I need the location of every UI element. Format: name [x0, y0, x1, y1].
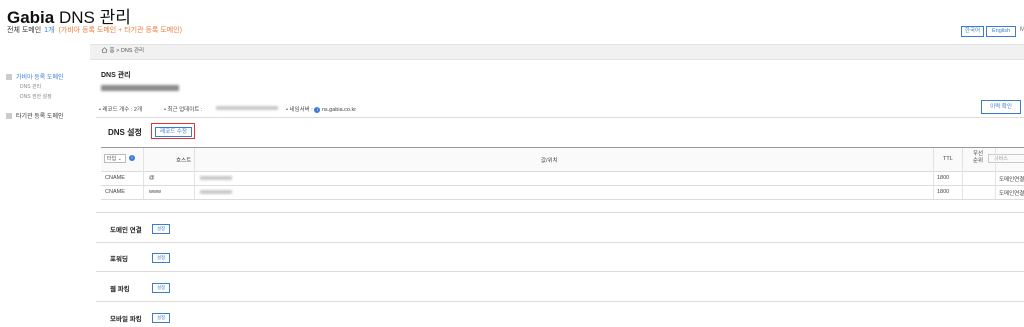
section-web-parking: 웹 파킹	[110, 286, 130, 293]
breadcrumb: 홈 > DNS 관리	[101, 46, 144, 54]
divider	[96, 212, 1024, 213]
table-header	[101, 148, 1024, 171]
history-button[interactable]: 이력 확인	[981, 100, 1021, 114]
col-host: 호스트	[176, 158, 192, 164]
breadcrumb-text: 홈 > DNS 관리	[109, 48, 145, 54]
lang-english-button[interactable]: English	[986, 26, 1016, 37]
section-forwarding: 포워딩	[110, 256, 128, 263]
type-filter-select[interactable]: 타입 ⌄	[104, 154, 126, 163]
row1-value-redacted	[200, 176, 232, 180]
divider	[96, 242, 1024, 243]
chevron-down-icon: ⌄	[117, 156, 122, 162]
home-icon[interactable]	[101, 47, 108, 53]
col-priority: 우선 순위	[973, 151, 984, 164]
col-ttl: TTL	[943, 156, 953, 162]
col-sep	[962, 148, 963, 199]
info-icon[interactable]: i	[314, 107, 321, 113]
lang-korean-button[interactable]: 한국어	[961, 26, 984, 37]
nameserver-info: • 네임서버 : i ns.gabia.co.kr	[286, 107, 357, 113]
col-sep	[933, 148, 934, 199]
sidebar-item-dns-manage[interactable]: DNS 관리	[20, 83, 41, 90]
col-sep	[143, 148, 144, 199]
row2-service: 도메인연결	[999, 191, 1024, 197]
sidebar-item-gabia-domains[interactable]: 가비아 등록 도메인	[6, 72, 64, 81]
lang-more[interactable]: M	[1020, 27, 1024, 33]
divider	[96, 117, 1024, 118]
record-edit-button[interactable]: 레코드 수정	[155, 127, 192, 137]
sidebar-item-other-domains[interactable]: 타기관 등록 도메인	[6, 111, 64, 120]
service-filter[interactable]: 서비스	[988, 154, 1024, 163]
section-title: DNS 관리	[101, 72, 131, 79]
row2-host: www	[149, 189, 161, 195]
divider	[96, 301, 1024, 302]
row2-ttl: 1800	[937, 189, 950, 195]
divider	[96, 271, 1024, 272]
row1-service: 도메인연결	[999, 177, 1024, 183]
dns-settings-title: DNS 설정	[108, 128, 142, 137]
row1-ttl: 1800	[937, 175, 950, 181]
col-sep	[194, 148, 195, 199]
domain-name-redacted	[101, 85, 179, 91]
domain-connect-settings-button[interactable]: 설정	[152, 224, 170, 234]
web-parking-settings-button[interactable]: 설정	[152, 283, 170, 293]
domain-count[interactable]: 1개	[44, 27, 54, 34]
row-divider	[101, 185, 1024, 186]
domain-summary: 전체 도메인 1개 (가비아 등록 도메인 + 타기관 등록 도메인)	[7, 25, 182, 35]
col-value: 값/위치	[541, 158, 558, 164]
summary-label: 전체 도메인	[7, 27, 42, 34]
row1-type: CNAME	[105, 175, 125, 181]
section-mobile-parking: 모바일 파킹	[110, 316, 142, 323]
forwarding-settings-button[interactable]: 설정	[152, 253, 170, 263]
breadcrumb-bar	[90, 44, 1024, 60]
record-edit-highlight: 레코드 수정	[151, 123, 195, 139]
sidebar-item-dns-permission[interactable]: DNS 권한 설정	[20, 93, 52, 100]
last-update: • 최근 업데이트 :	[164, 107, 203, 113]
row2-type: CNAME	[105, 189, 125, 195]
page-header	[0, 0, 1024, 44]
chevron-right-icon	[6, 74, 12, 80]
record-count: • 레코드 개수 : 2개	[99, 107, 143, 113]
mobile-parking-settings-button[interactable]: 설정	[152, 313, 170, 323]
row2-value-redacted	[200, 190, 232, 194]
col-sep	[995, 148, 996, 199]
row1-host: @	[149, 175, 155, 181]
domain-note: (가비아 등록 도메인 + 타기관 등록 도메인)	[58, 27, 182, 34]
last-update-redacted	[216, 106, 278, 110]
type-info-icon[interactable]: i	[129, 155, 135, 161]
row-divider	[101, 171, 1024, 172]
section-domain-connect: 도메인 연결	[110, 227, 142, 234]
row-divider	[101, 199, 1024, 200]
chevron-right-icon	[6, 113, 12, 119]
